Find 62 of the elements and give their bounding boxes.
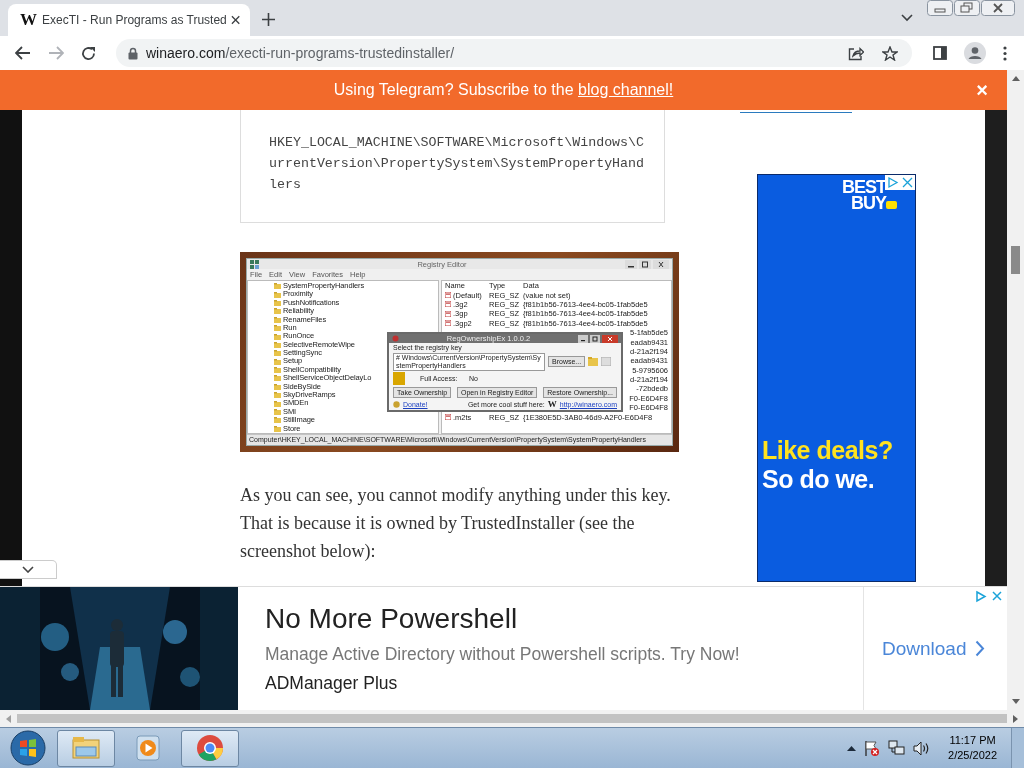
minimize-icon[interactable]	[578, 334, 588, 343]
horizontal-scrollbar[interactable]	[0, 710, 1024, 727]
restore-icon[interactable]	[954, 0, 980, 16]
scroll-down-icon[interactable]	[1011, 699, 1020, 704]
paragraph: As you can see, you cannot modify anything under this key. That is because it is owned by TrustedInstaller (see the screenshot below):	[240, 484, 672, 563]
minimize-icon[interactable]	[625, 259, 637, 269]
scroll-up-icon[interactable]	[1011, 76, 1020, 81]
registry-icon	[250, 259, 259, 269]
ad-banner[interactable]: No More Powershell Manage Active Directory without Powershell scripts. Try Now! ADManager Plus Download	[0, 586, 1007, 710]
ad-headline: So do we.	[762, 465, 875, 494]
ad-headline: Like deals?	[762, 436, 893, 465]
side-panel-icon[interactable]	[933, 46, 947, 60]
adchoices-icon[interactable]	[974, 590, 987, 603]
show-hidden-icon[interactable]	[847, 745, 857, 751]
download-link[interactable]: Download	[882, 637, 967, 660]
logo: BEST BUY	[842, 179, 897, 211]
ad-banner[interactable]: BEST BUY Like deals? So do we.	[757, 174, 916, 582]
taskbar-button[interactable]	[181, 729, 239, 767]
network-icon[interactable]	[888, 739, 906, 757]
start-button[interactable]	[9, 729, 47, 767]
close-icon[interactable]	[981, 0, 1015, 16]
scrollbar-thumb[interactable]	[17, 714, 1007, 723]
share-icon[interactable]	[848, 45, 864, 61]
address-bar[interactable]: winaero.com/execti-run-programs-trustedinstaller/	[116, 39, 912, 67]
chevron-down-icon[interactable]	[22, 566, 34, 573]
logo: W	[547, 399, 557, 409]
string-value-icon	[445, 414, 451, 421]
maximize-icon[interactable]	[639, 259, 651, 269]
reload-icon[interactable]	[81, 45, 96, 61]
adchoices-icon[interactable]	[885, 175, 900, 190]
url-text: winaero.com/execti-run-programs-trustedinstaller/	[146, 45, 455, 61]
folder-icon	[274, 409, 281, 415]
clock-time[interactable]: 11:17 PM	[949, 733, 996, 748]
string-value-icon	[445, 310, 451, 317]
browser-icon[interactable]	[194, 732, 226, 764]
flag-icon[interactable]	[864, 739, 881, 757]
close-icon[interactable]	[230, 15, 240, 25]
string-value-icon	[445, 320, 451, 327]
coin-icon	[393, 400, 400, 408]
menu-icon[interactable]	[1003, 45, 1007, 61]
profile-icon[interactable]	[964, 42, 986, 64]
clock-date[interactable]: 2/25/2022	[948, 748, 997, 763]
advertiser-name: ADManager Plus	[265, 673, 398, 694]
ad-title[interactable]: No More Powershell	[265, 603, 518, 635]
maximize-icon[interactable]	[590, 334, 600, 343]
scrollbar-thumb[interactable]	[1011, 246, 1020, 274]
taskbar-button[interactable]	[57, 729, 115, 767]
string-value-icon	[445, 292, 451, 299]
volume-icon[interactable]	[913, 740, 931, 756]
star-icon[interactable]	[882, 45, 898, 61]
ad-description: Manage Active Directory without Powershell scripts. Try Now!	[265, 644, 740, 665]
close-icon[interactable]	[653, 259, 669, 269]
new-tab-icon[interactable]	[262, 13, 275, 26]
scroll-right-icon[interactable]	[1013, 714, 1018, 723]
chevron-down-icon[interactable]	[901, 14, 913, 22]
back-icon[interactable]	[15, 46, 31, 60]
app-icon	[392, 335, 399, 342]
chevron-right-icon[interactable]	[974, 640, 985, 657]
close-icon[interactable]	[602, 334, 618, 343]
vertical-scrollbar[interactable]	[1007, 70, 1024, 710]
string-value-icon	[445, 301, 451, 308]
browser-tab[interactable]: W ExecTI - Run Programs as Trusted	[8, 4, 250, 36]
